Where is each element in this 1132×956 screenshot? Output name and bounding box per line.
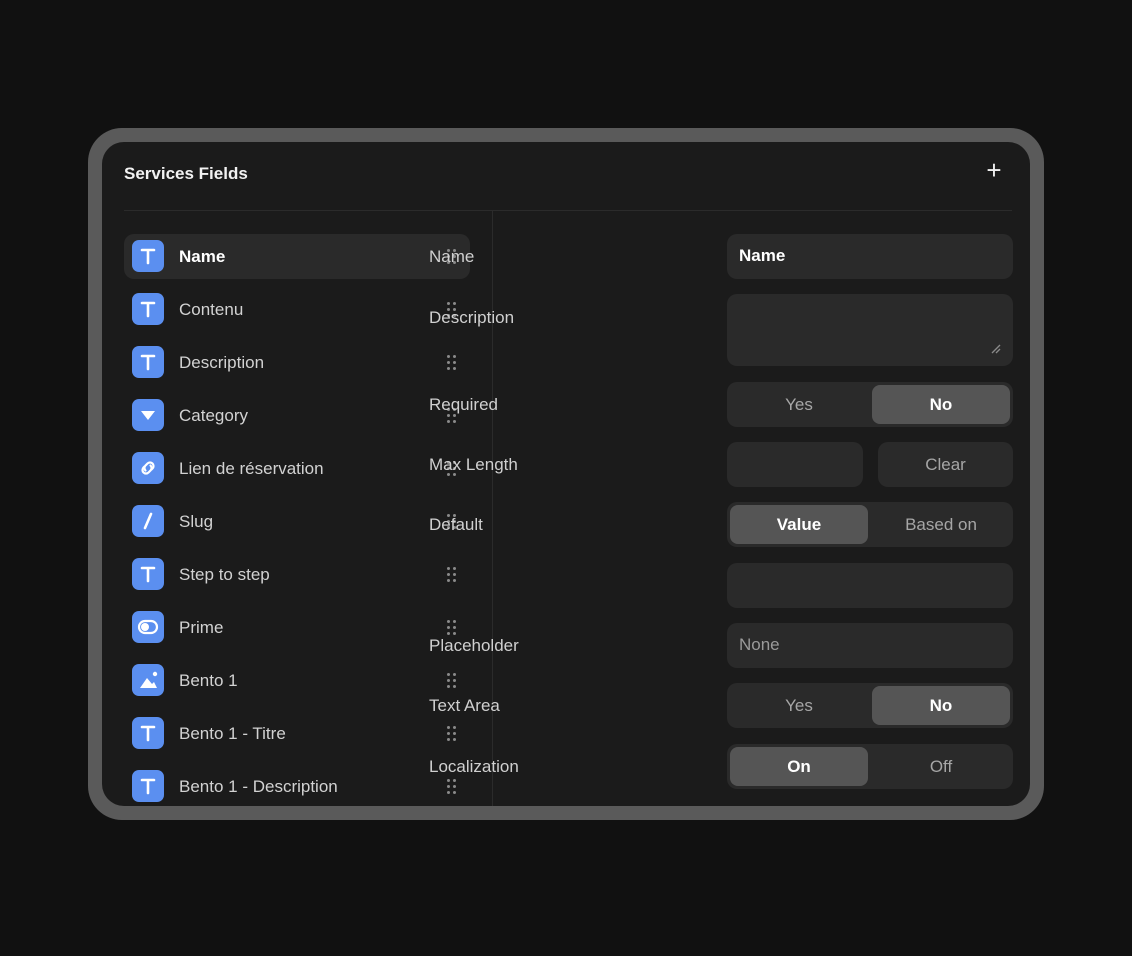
field-item[interactable]: Bento 1 - Titre (124, 711, 470, 756)
slash-icon (132, 505, 164, 537)
field-item[interactable]: Lien de réservation (124, 446, 470, 491)
field-item-label: Contenu (179, 300, 244, 319)
field-item-label: Bento 1 (179, 671, 238, 690)
field-item[interactable]: Category (124, 393, 470, 438)
required-no-option[interactable]: No (872, 385, 1010, 424)
toggle-icon (132, 611, 164, 643)
text-area-no-option[interactable]: No (872, 686, 1010, 725)
localization-on-option[interactable]: On (730, 747, 868, 786)
text-icon (132, 293, 164, 325)
default-value-option[interactable]: Value (730, 505, 868, 544)
localization-segmented-control: On Off (727, 744, 1013, 789)
text-area-yes-option[interactable]: Yes (730, 686, 868, 725)
required-label: Required (429, 395, 498, 414)
text-icon (132, 240, 164, 272)
panel-header: Services Fields + (124, 142, 1012, 211)
name-label: Name (429, 247, 475, 266)
text-icon (132, 346, 164, 378)
required-yes-option[interactable]: Yes (730, 385, 868, 424)
default-label: Default (429, 515, 483, 534)
image-icon (132, 664, 164, 696)
placeholder-value: None (739, 635, 780, 654)
field-item-label: Name (179, 247, 226, 266)
text-area-label: Text Area (429, 696, 500, 715)
dropdown-icon (132, 399, 164, 431)
drag-handle-icon[interactable] (446, 673, 458, 689)
field-item-label: Slug (179, 512, 214, 531)
max-length-input[interactable] (727, 442, 863, 487)
link-icon (132, 452, 164, 484)
text-area-segmented-control: Yes No (727, 683, 1013, 728)
field-item[interactable]: Name (124, 234, 470, 279)
field-item-label: Prime (179, 618, 224, 637)
name-input[interactable]: Name (727, 234, 1013, 279)
text-icon (132, 770, 164, 802)
field-item[interactable]: Prime (124, 605, 470, 650)
field-item-label: Description (179, 353, 265, 372)
field-item[interactable]: Contenu (124, 287, 470, 332)
text-icon (132, 558, 164, 590)
field-item-label: Bento 1 - Description (179, 777, 338, 796)
add-field-button[interactable]: + (982, 157, 1006, 183)
field-item-label: Step to step (179, 565, 270, 584)
default-segmented-control: Value Based on (727, 502, 1013, 547)
clear-button[interactable]: Clear (878, 442, 1013, 487)
field-item-label: Lien de réservation (179, 459, 324, 478)
name-input-value: Name (739, 246, 786, 265)
field-list: Name Contenu Description Category Lien de ré… (124, 234, 470, 806)
drag-handle-icon[interactable] (446, 779, 458, 795)
resize-handle-icon[interactable] (991, 344, 1001, 354)
max-length-label: Max Length (429, 455, 518, 474)
description-textarea[interactable] (727, 294, 1013, 366)
field-item[interactable]: Bento 1 (124, 658, 470, 703)
field-item[interactable]: Bento 1 - Description (124, 764, 470, 806)
field-item[interactable]: Description (124, 340, 470, 385)
default-based-on-option[interactable]: Based on (872, 505, 1010, 544)
placeholder-input[interactable]: None (727, 623, 1013, 668)
drag-handle-icon[interactable] (446, 567, 458, 583)
localization-label: Localization (429, 757, 519, 776)
drag-handle-icon[interactable] (446, 355, 458, 371)
default-value-input[interactable] (727, 563, 1013, 608)
localization-off-option[interactable]: Off (872, 747, 1010, 786)
panel-title: Services Fields (124, 164, 248, 183)
placeholder-label: Placeholder (429, 636, 519, 655)
required-segmented-control: Yes No (727, 382, 1013, 427)
field-item-label: Bento 1 - Titre (179, 724, 286, 743)
panel-divider (492, 211, 493, 806)
drag-handle-icon[interactable] (446, 620, 458, 636)
field-item-label: Category (179, 406, 248, 425)
text-icon (132, 717, 164, 749)
field-item[interactable]: Step to step (124, 552, 470, 597)
field-item[interactable]: Slug (124, 499, 470, 544)
description-label: Description (429, 308, 515, 327)
drag-handle-icon[interactable] (446, 726, 458, 742)
